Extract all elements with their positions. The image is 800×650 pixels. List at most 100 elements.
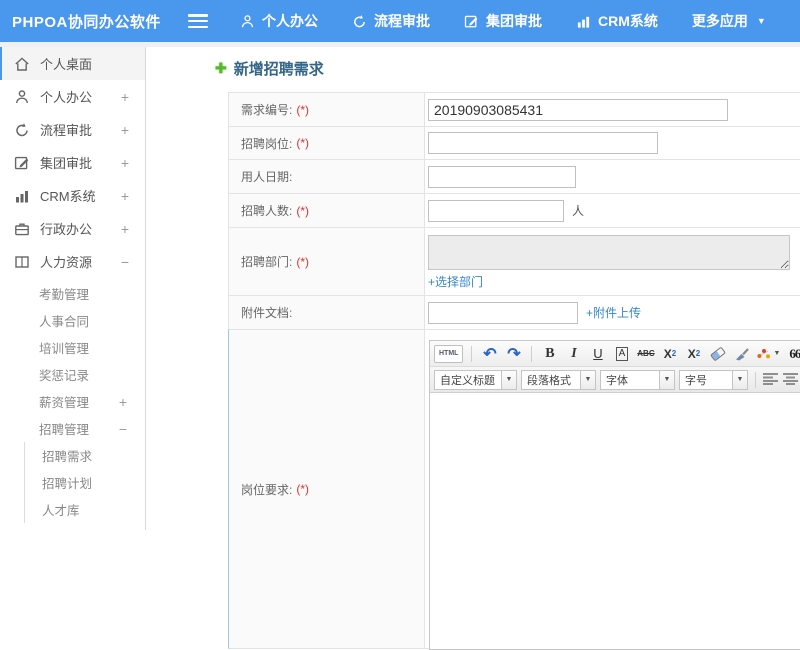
field-label: 招聘人数: (*)	[229, 194, 425, 227]
sidebar-item-crm[interactable]: CRM系统 +	[0, 179, 145, 212]
redo-icon[interactable]: ↷	[504, 344, 523, 364]
page-title: ✚ 新增招聘需求	[215, 58, 800, 79]
toolbar-separator	[471, 346, 472, 362]
sidebar-item-admin-office[interactable]: 行政办公 +	[0, 212, 145, 245]
sidebar-item-desktop[interactable]: 个人桌面	[0, 47, 145, 80]
caret-down-icon: ▼	[501, 371, 516, 389]
superscript-button[interactable]: X2	[660, 344, 679, 364]
chart-icon	[14, 188, 31, 204]
sidebar-subitem-label: 人事合同	[39, 311, 89, 330]
position-input[interactable]	[428, 132, 658, 154]
paragraph-format-select[interactable]: 段落格式 ▼	[521, 370, 596, 390]
department-textarea[interactable]	[428, 235, 790, 270]
italic-button[interactable]: I	[564, 344, 583, 364]
collapse-minus-icon[interactable]: −	[121, 254, 129, 270]
sidebar-item-talent-pool[interactable]: 人才库	[25, 496, 145, 523]
font-size-select[interactable]: 字号 ▼	[679, 370, 748, 390]
collapse-minus-icon[interactable]: −	[119, 421, 127, 437]
nav-personal-office[interactable]: 个人办公	[240, 11, 318, 31]
required-mark: (*)	[296, 255, 309, 269]
page-title-text: 新增招聘需求	[234, 58, 324, 79]
form-row-attachment: 附件文档: +附件上传	[228, 295, 800, 330]
sidebar-item-label: CRM系统	[40, 186, 96, 205]
sidebar-item-label: 流程审批	[40, 120, 92, 139]
highlight-color-icon[interactable]: ▼	[756, 344, 780, 364]
source-html-button[interactable]: HTML	[434, 345, 463, 363]
group-edit-icon	[14, 155, 31, 171]
toolbar-separator	[755, 372, 756, 388]
caret-down-icon: ▼	[580, 371, 595, 389]
expand-plus-icon[interactable]: +	[121, 89, 129, 105]
expand-plus-icon[interactable]: +	[121, 155, 129, 171]
field-label: 招聘部门: (*)	[229, 228, 425, 295]
field-label: 岗位要求: (*)	[229, 330, 425, 648]
field-label: 需求编号: (*)	[229, 93, 425, 126]
required-mark: (*)	[296, 482, 309, 496]
expand-plus-icon[interactable]: +	[121, 221, 129, 237]
user-icon	[240, 14, 255, 29]
sidebar-item-recruit-plan[interactable]: 招聘计划	[25, 469, 145, 496]
recruit-demand-form: 需求编号: (*) 招聘岗位: (*) 用人日期:	[228, 92, 800, 649]
nav-group-approval[interactable]: 集团审批	[464, 11, 542, 31]
group-edit-icon	[464, 14, 479, 29]
bold-button[interactable]: B	[540, 344, 559, 364]
nav-label: CRM系统	[598, 11, 658, 31]
font-family-select[interactable]: 字体 ▼	[600, 370, 675, 390]
sidebar-item-label: 行政办公	[40, 219, 92, 238]
hire-date-input[interactable]	[428, 166, 576, 188]
sidebar-item-hr[interactable]: 人力资源 −	[0, 245, 145, 278]
autotypeset-button[interactable]: A	[616, 347, 629, 361]
undo-icon[interactable]: ↶	[480, 344, 499, 364]
align-left-icon[interactable]	[763, 372, 779, 388]
sidebar-item-rewards[interactable]: 奖惩记录	[0, 361, 145, 388]
sidebar-item-label: 人力资源	[40, 252, 92, 271]
book-icon	[14, 254, 31, 270]
attachment-upload-link[interactable]: +附件上传	[586, 304, 641, 321]
sidebar-item-workflow-approval[interactable]: 流程审批 +	[0, 113, 145, 146]
flow-icon	[14, 122, 31, 138]
sidebar-item-recruit-demand[interactable]: 招聘需求	[25, 442, 145, 469]
form-row-headcount: 招聘人数: (*) 人	[228, 193, 800, 228]
sidebar-item-personal-office[interactable]: 个人办公 +	[0, 80, 145, 113]
align-center-icon[interactable]	[783, 372, 799, 388]
demand-no-input[interactable]	[428, 99, 728, 121]
sidebar-subitem-label: 考勤管理	[39, 284, 89, 303]
nav-more-apps[interactable]: 更多应用 ▼	[692, 11, 766, 31]
attachment-input[interactable]	[428, 302, 578, 324]
sidebar-item-recruit-mgmt[interactable]: 招聘管理 −	[0, 415, 145, 442]
format-painter-icon[interactable]	[732, 344, 751, 364]
hr-submenu: 考勤管理 人事合同 培训管理 奖惩记录 薪资管理 + 招聘管理 − 招聘需求 招…	[0, 280, 145, 523]
required-mark: (*)	[296, 204, 309, 218]
sidebar-item-training[interactable]: 培训管理	[0, 334, 145, 361]
sidebar-item-group-approval[interactable]: 集团审批 +	[0, 146, 145, 179]
nav-label: 流程审批	[374, 11, 430, 31]
editor-toolbar-row1: HTML ↶ ↷ B I U A ABC X2 X2	[430, 341, 800, 367]
expand-plus-icon[interactable]: +	[119, 394, 127, 410]
select-department-link[interactable]: +选择部门	[428, 273, 483, 290]
sidebar-subitem-label: 人才库	[42, 500, 80, 519]
eraser-icon[interactable]	[708, 344, 727, 364]
field-label: 用人日期:	[229, 160, 425, 193]
rich-text-editor: HTML ↶ ↷ B I U A ABC X2 X2	[428, 336, 800, 642]
expand-plus-icon[interactable]: +	[121, 188, 129, 204]
blockquote-button[interactable]: 66	[785, 344, 800, 364]
nav-workflow-approval[interactable]: 流程审批	[352, 11, 430, 31]
underline-button[interactable]: U	[588, 344, 607, 364]
field-label: 附件文档:	[229, 296, 425, 329]
editor-content-area[interactable]	[430, 393, 800, 649]
add-plus-icon: ✚	[215, 60, 227, 77]
headcount-input[interactable]	[428, 200, 564, 222]
subscript-button[interactable]: X2	[684, 344, 703, 364]
nav-label: 个人办公	[262, 11, 318, 31]
strikethrough-button[interactable]: ABC	[636, 344, 655, 364]
flow-icon	[352, 14, 367, 29]
nav-crm-system[interactable]: CRM系统	[576, 11, 658, 31]
custom-title-select[interactable]: 自定义标题 ▼	[434, 370, 517, 390]
sidebar-item-label: 个人桌面	[40, 54, 92, 73]
expand-plus-icon[interactable]: +	[121, 122, 129, 138]
sidebar-item-attendance[interactable]: 考勤管理	[0, 280, 145, 307]
sidebar-item-hr-contract[interactable]: 人事合同	[0, 307, 145, 334]
menu-toggle-icon[interactable]	[188, 14, 208, 28]
sidebar-item-salary[interactable]: 薪资管理 +	[0, 388, 145, 415]
caret-down-icon: ▼	[773, 350, 780, 357]
